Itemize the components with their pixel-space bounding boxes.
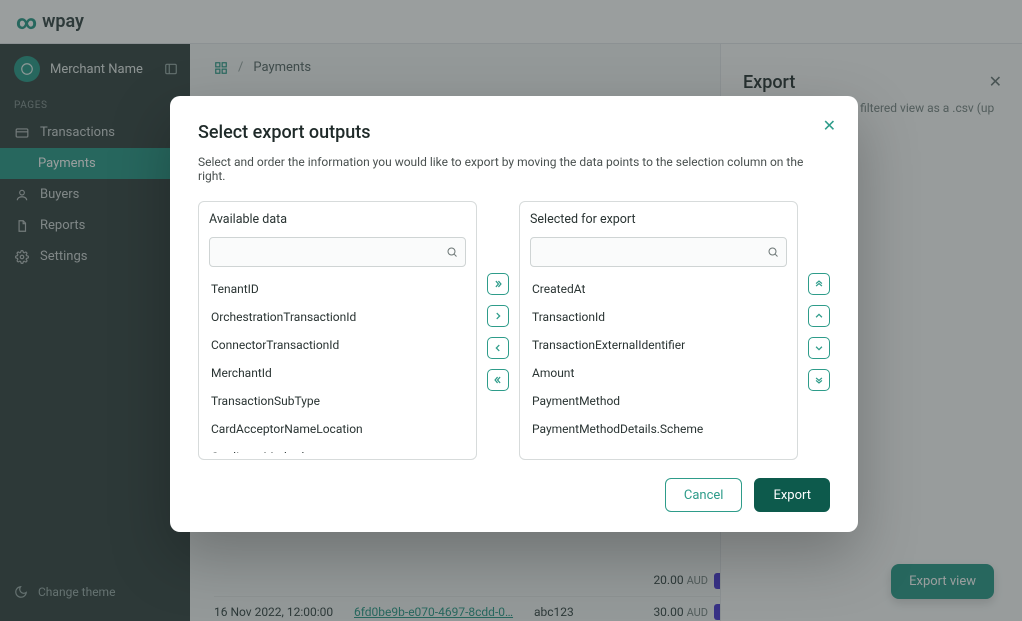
modal-subtitle: Select and order the information you wou… [198,155,830,183]
available-field[interactable]: TransactionSubType [209,387,466,415]
cancel-button[interactable]: Cancel [665,478,743,512]
move-all-left-button[interactable] [487,369,509,391]
selected-search-input[interactable] [530,237,787,267]
selected-field[interactable]: CreatedAt [530,275,787,303]
available-field[interactable]: OrchestrationTransactionId [209,303,466,331]
available-field[interactable]: TenantID [209,275,466,303]
available-listbox: Available data TenantIDOrchestrationTran… [198,201,477,460]
move-up-button[interactable] [808,305,830,327]
selected-field[interactable]: PaymentMethod [530,387,787,415]
move-bottom-button[interactable] [808,369,830,391]
order-buttons [808,201,830,460]
selected-field[interactable]: PaymentMethodDetails.Scheme [530,415,787,443]
selected-field[interactable]: TransactionExternalIdentifier [530,331,787,359]
available-field[interactable]: MerchantId [209,359,466,387]
move-right-button[interactable] [487,305,509,327]
modal-title: Select export outputs [198,122,830,143]
available-search-input[interactable] [209,237,466,267]
move-top-button[interactable] [808,273,830,295]
move-left-button[interactable] [487,337,509,359]
available-field[interactable]: ConnectorTransactionId [209,331,466,359]
selected-field[interactable]: Amount [530,359,787,387]
selected-listbox: Selected for export CreatedAtTransaction… [519,201,798,460]
available-field[interactable]: CardAcceptorNameLocation [209,415,466,443]
available-field[interactable]: CardInputMethod [209,443,466,453]
mover-buttons [487,201,509,460]
selected-field[interactable]: TransactionId [530,303,787,331]
selected-title: Selected for export [530,212,787,227]
move-all-right-button[interactable] [487,273,509,295]
close-icon[interactable]: ✕ [823,116,836,135]
move-down-button[interactable] [808,337,830,359]
modal-footer: Cancel Export [198,460,830,512]
export-button[interactable]: Export [754,478,830,512]
export-outputs-modal: ✕ Select export outputs Select and order… [170,96,858,532]
available-title: Available data [209,212,466,227]
